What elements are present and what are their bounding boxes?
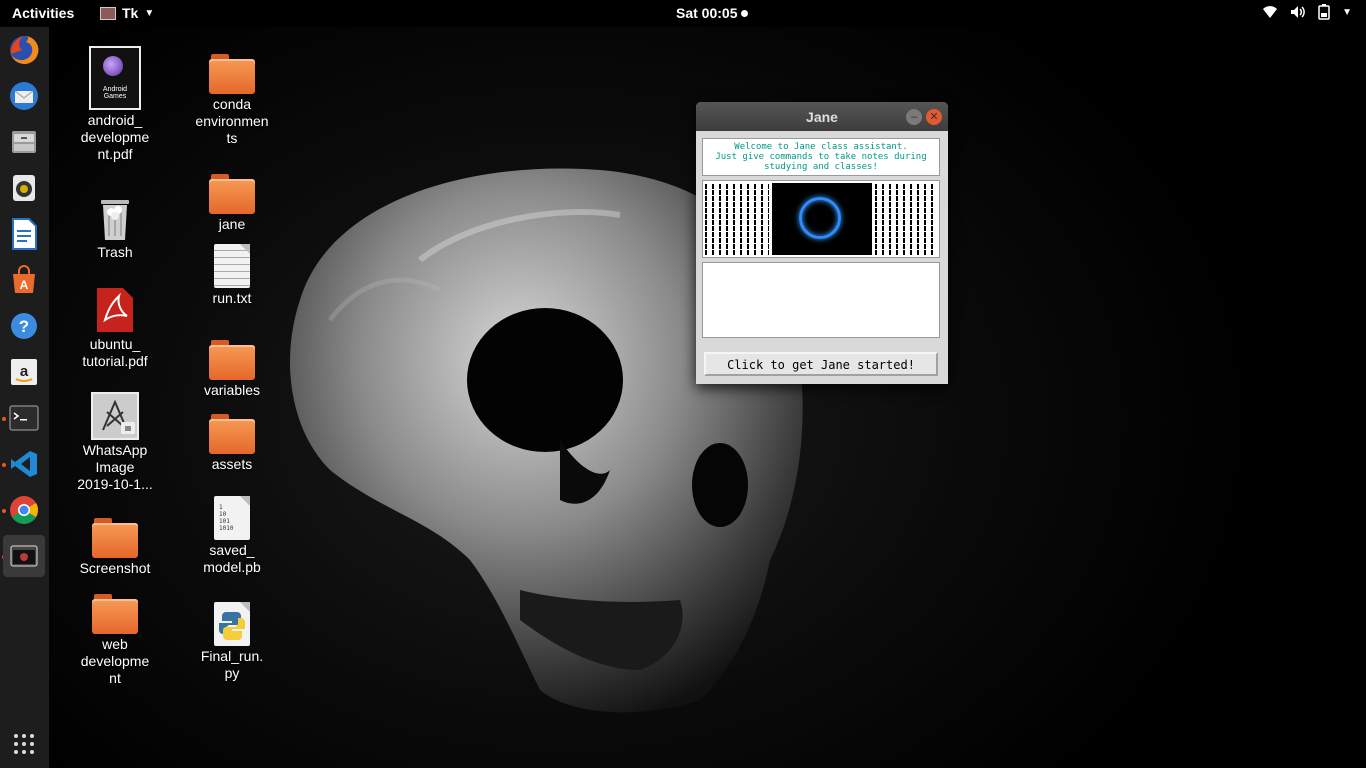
dock-thunderbird[interactable] [3, 75, 45, 117]
desktop-icon-run-txt[interactable]: run.txt [187, 244, 277, 307]
binary-file-icon: 1 10 101 1010 [214, 496, 250, 540]
welcome-message: Welcome to Jane class assistant. Just gi… [702, 138, 940, 176]
writer-document-icon [12, 218, 37, 250]
python-file-icon [214, 602, 250, 646]
notes-text-area[interactable] [702, 262, 940, 338]
minimize-button[interactable]: – [906, 109, 922, 125]
dock-tk-app[interactable] [3, 535, 45, 577]
dock-files[interactable] [3, 121, 45, 163]
system-tray[interactable]: ▼ [1262, 4, 1352, 20]
desktop-icon-label: variables [203, 382, 261, 398]
trash-icon [101, 200, 129, 240]
minimize-icon: – [910, 111, 918, 123]
desktop-icon-label: web developme nt [80, 636, 150, 686]
dock-rhythmbox[interactable] [3, 167, 45, 209]
desktop-icon-trash[interactable]: Trash [70, 196, 160, 261]
desktop-icon-label: WhatsApp Image 2019-10-1... [77, 442, 153, 492]
desktop-icon-label: conda environmen ts [195, 96, 269, 146]
svg-text:a: a [20, 363, 29, 380]
folder-icon [209, 174, 255, 214]
dock-firefox[interactable] [3, 29, 45, 71]
help-icon: ? [11, 313, 37, 339]
left-stripe-pattern [705, 183, 769, 255]
desktop-icon-whatsapp-image[interactable]: WhatsApp Image 2019-10-1... [70, 392, 160, 493]
desktop-icon-label: Screenshot [79, 560, 151, 576]
desktop-icon-label: assets [211, 456, 253, 472]
terminal-icon [9, 405, 39, 431]
dock-libreoffice-writer[interactable] [3, 213, 45, 255]
mail-icon [10, 82, 38, 110]
image-locked-icon [91, 392, 139, 440]
desktop-icon-label: saved_ model.pb [203, 542, 261, 575]
app-menu-label: Tk [122, 5, 139, 21]
dock-chrome[interactable] [3, 489, 45, 531]
desktop-icon-conda-environments-folder[interactable]: conda environmen ts [187, 54, 277, 147]
svg-text:?: ? [19, 317, 29, 336]
desktop-icon-label: android_ developme nt.pdf [80, 112, 150, 162]
clock-label: Sat 00:05 [676, 5, 738, 21]
desktop-icon-label: Trash [97, 244, 133, 260]
vscode-icon [11, 451, 37, 477]
start-jane-button[interactable]: Click to get Jane started! [704, 352, 938, 376]
volume-icon [1291, 6, 1305, 18]
folder-icon [209, 54, 255, 94]
desktop-icon-jane-folder[interactable]: jane [187, 174, 277, 233]
close-icon: ✕ [929, 111, 939, 123]
desktop-icon-screenshot-folder[interactable]: Screenshot [70, 518, 160, 577]
dock-amazon[interactable]: a [3, 351, 45, 393]
amazon-icon: a [11, 359, 37, 385]
desktop-icon-label: run.txt [212, 290, 252, 306]
dock-software-center[interactable]: A [3, 259, 45, 301]
dock-vscode[interactable] [3, 443, 45, 485]
assistant-animation-panel [702, 180, 940, 258]
top-bar: Activities Tk ▼ Sat 00:05 ▼ [0, 0, 1366, 27]
shopping-bag-icon: A [13, 265, 35, 293]
pdf-cover-title: Android Games [102, 86, 128, 100]
desktop-icon-label: jane [218, 216, 246, 232]
folder-icon [92, 594, 138, 634]
folder-icon [209, 414, 255, 454]
jane-window[interactable]: Jane – ✕ Welcome to Jane class assistant… [696, 102, 948, 384]
tk-window-icon [10, 545, 38, 567]
assistant-animation [772, 183, 872, 255]
desktop-icon-label: Final_run. py [200, 648, 264, 681]
app-menu[interactable]: Tk ▼ [100, 5, 154, 21]
activities-button[interactable]: Activities [12, 5, 74, 21]
desktop-icon-web-development-folder[interactable]: web developme nt [70, 594, 160, 687]
dock: A ? a [0, 27, 49, 768]
show-applications-button[interactable] [3, 723, 45, 765]
speaker-icon [13, 175, 35, 201]
system-menu-chevron-icon: ▼ [1342, 6, 1352, 18]
wifi-icon [1263, 6, 1278, 18]
desktop-icon-variables-folder[interactable]: variables [187, 340, 277, 399]
right-stripe-pattern [875, 183, 937, 255]
text-file-icon [214, 244, 250, 288]
battery-icon [1318, 4, 1330, 20]
close-button[interactable]: ✕ [926, 109, 942, 125]
app-grid-icon [14, 734, 34, 754]
folder-icon [209, 340, 255, 380]
pdf-icon [97, 288, 133, 332]
file-cabinet-icon [12, 131, 36, 153]
desktop-icon-label: ubuntu_ tutorial.pdf [82, 336, 148, 369]
window-titlebar[interactable]: Jane – ✕ [696, 102, 948, 131]
clock[interactable]: Sat 00:05 [676, 5, 749, 21]
tk-app-icon [100, 6, 116, 20]
notification-dot-icon [741, 10, 749, 17]
chrome-icon [10, 496, 38, 524]
desktop-icon-saved-model-pb[interactable]: 1 10 101 1010 saved_ model.pb [187, 496, 277, 576]
desktop-icon-final-run-py[interactable]: Final_run. py [187, 602, 277, 682]
glowing-ring-icon [799, 197, 841, 239]
firefox-icon [10, 35, 39, 64]
chevron-down-icon: ▼ [144, 7, 155, 19]
dock-terminal[interactable] [3, 397, 45, 439]
dock-help[interactable]: ? [3, 305, 45, 347]
binary-glyph: 1 10 101 1010 [219, 504, 234, 532]
pdf-cover-icon: Android Games [89, 46, 141, 110]
folder-icon [92, 518, 138, 558]
desktop-icon-assets-folder[interactable]: assets [187, 414, 277, 473]
desktop-icon-ubuntu-tutorial-pdf[interactable]: ubuntu_ tutorial.pdf [70, 286, 160, 370]
desktop-icon-android-development-pdf[interactable]: Android Games android_ developme nt.pdf [70, 46, 160, 163]
svg-text:A: A [20, 278, 29, 292]
